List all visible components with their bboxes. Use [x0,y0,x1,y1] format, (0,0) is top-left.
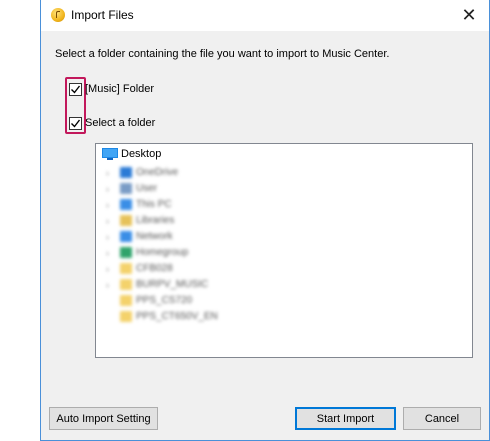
cloud-icon [120,166,132,178]
computer-icon [120,198,132,210]
close-icon: ✕ [461,5,477,25]
tree-item-label: Homegroup [136,246,189,258]
checkmark-icon [71,119,81,128]
expand-arrow-icon[interactable]: › [106,216,114,226]
tree-item-label: This PC [136,198,172,210]
tree-item[interactable]: › Network [106,229,173,243]
tree-item-label: CFB028 [136,262,173,274]
select-folder-checkbox[interactable] [69,116,82,130]
network-icon [120,230,132,242]
tree-item[interactable]: › Libraries [106,213,174,227]
tree-item[interactable]: › Homegroup [106,245,188,259]
folder-icon [120,310,132,322]
close-button[interactable]: ✕ [449,0,489,31]
tree-item[interactable]: PPS_CT650V_EN [106,309,218,323]
expand-arrow-icon[interactable]: › [106,200,114,210]
tree-root-desktop[interactable]: Desktop [102,148,161,160]
window-title: Import Files [71,8,134,22]
folder-icon [120,262,132,274]
music-folder-checkbox[interactable] [69,82,82,96]
expand-arrow-icon[interactable]: › [106,264,114,274]
expand-arrow-icon[interactable]: › [106,232,114,242]
expand-arrow-icon[interactable] [106,296,114,304]
tree-item[interactable]: › This PC [106,197,172,211]
music-folder-option[interactable]: [Music] Folder [69,81,154,97]
tree-item[interactable]: › User [106,181,157,195]
folder-icon [120,278,132,290]
instruction-text: Select a folder containing the file you … [55,48,390,60]
checkmark-icon [71,85,81,94]
tree-item-label: PPS_CS720 [136,294,193,306]
title-bar[interactable]: Import Files ✕ [41,0,489,31]
user-folder-icon [120,182,132,194]
tree-item-label: OneDrive [136,166,179,178]
tree-item-label: PPS_CT650V_EN [136,310,218,322]
expand-arrow-icon[interactable]: › [106,184,114,194]
cancel-button[interactable]: Cancel [403,407,481,430]
select-folder-option[interactable]: Select a folder [69,115,155,131]
expand-arrow-icon[interactable]: › [106,280,114,290]
desktop-icon [102,148,118,160]
expand-arrow-icon[interactable]: › [106,248,114,258]
tree-item[interactable]: › CFB028 [106,261,173,275]
homegroup-icon [120,246,132,258]
tree-item[interactable]: › BURPV_MUSIC [106,277,208,291]
auto-import-setting-button[interactable]: Auto Import Setting [49,407,158,430]
tree-item-label: BURPV_MUSIC [136,278,209,290]
tree-item[interactable]: PPS_CS720 [106,293,192,307]
import-files-dialog: Import Files ✕ Select a folder containin… [40,0,490,441]
folder-tree[interactable]: Desktop › OneDrive › User › This PC › Libraries… [95,143,473,358]
tree-item-label: Libraries [136,214,175,226]
tree-item-label: User [136,182,158,194]
music-note-icon [51,8,65,22]
expand-arrow-icon[interactable]: › [106,168,114,178]
folder-icon [120,294,132,306]
tree-item-label: Network [136,230,173,242]
tree-item[interactable]: › OneDrive [106,165,178,179]
library-icon [120,214,132,226]
tree-root-label: Desktop [121,148,162,160]
music-folder-label: [Music] Folder [85,83,155,95]
select-folder-label: Select a folder [85,117,156,129]
start-import-button[interactable]: Start Import [295,407,396,430]
expand-arrow-icon[interactable] [106,312,114,320]
